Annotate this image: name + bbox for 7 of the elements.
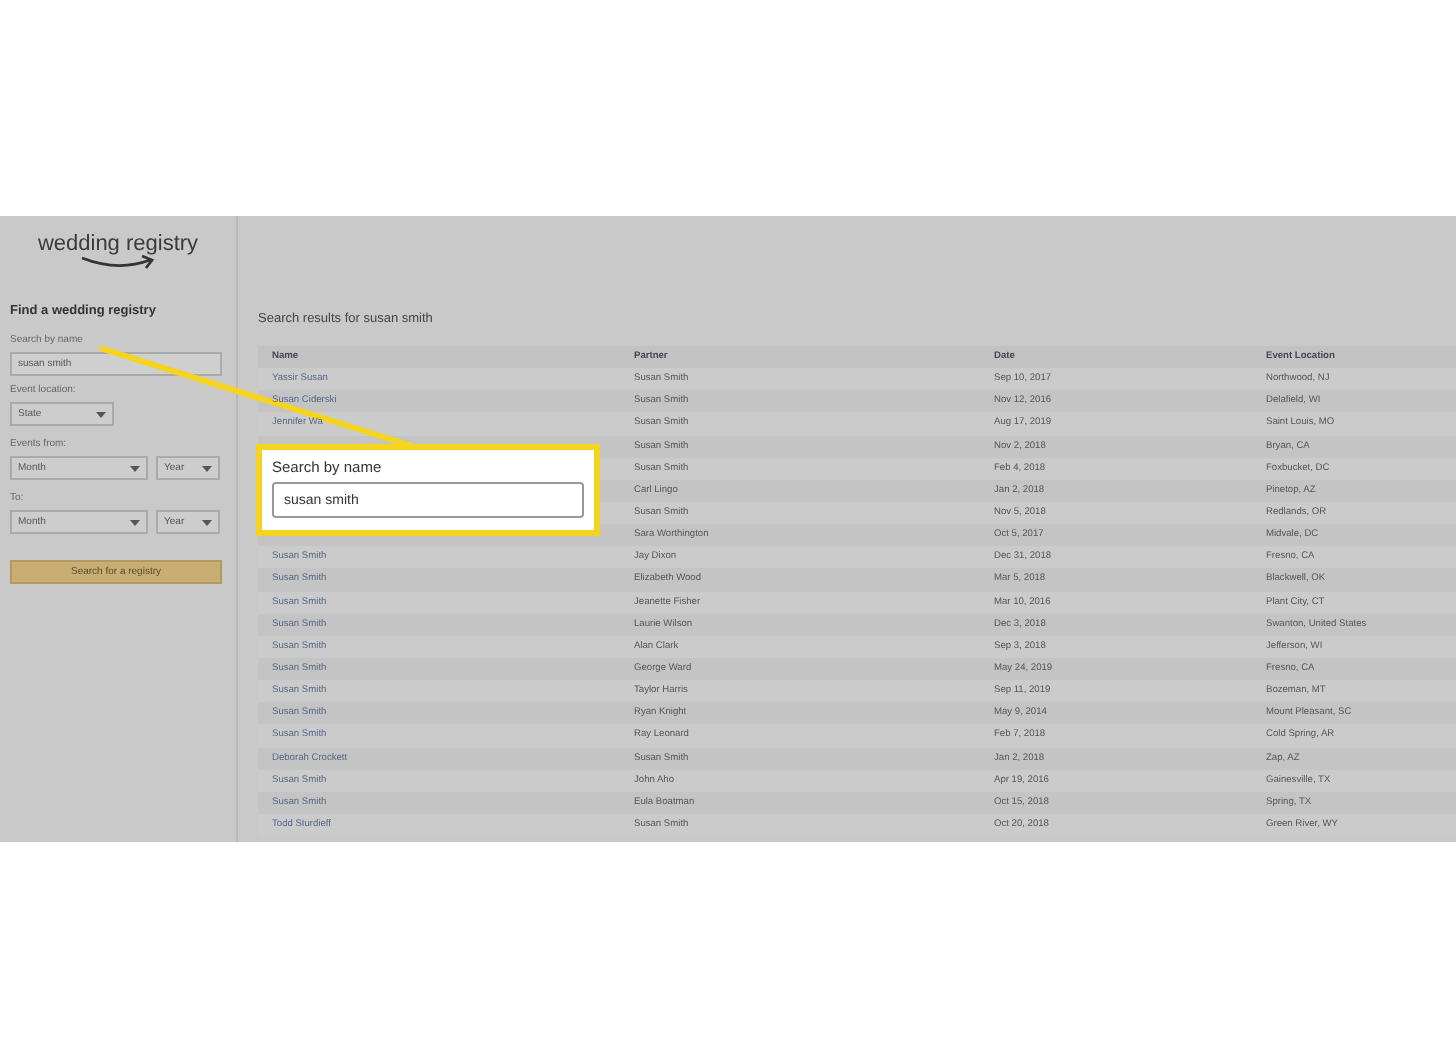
caret-icon: [96, 411, 106, 417]
smile-icon: [78, 254, 158, 270]
caret-icon: [130, 519, 140, 525]
caret-icon: [202, 465, 212, 471]
logo-text: wedding registry: [37, 232, 199, 256]
caret-icon: [202, 519, 212, 525]
caret-icon: [130, 465, 140, 471]
